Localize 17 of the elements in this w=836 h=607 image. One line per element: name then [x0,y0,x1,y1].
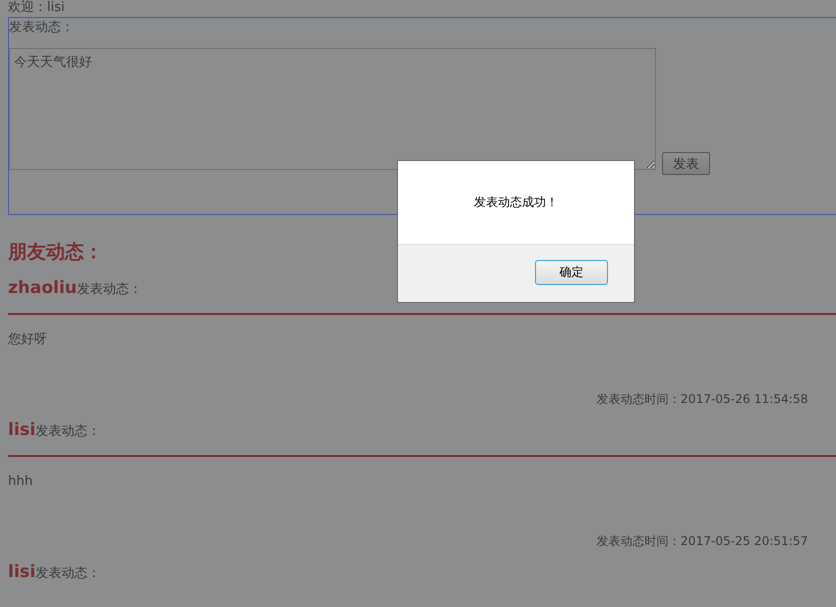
compose-label: 发表动态： [9,20,75,36]
alert-message: 发表动态成功！ [398,161,634,245]
feed-title: 朋友动态： [8,240,104,265]
post-action-text: 发表动态： [36,566,101,581]
post-content: 您好呀 [8,331,48,349]
post-action-text: 发表动态： [76,282,142,297]
post-content: hhh [8,473,34,491]
post-input-field[interactable]: 今天天气很好 [9,48,656,170]
post-time: 发表动态时间：2017-05-25 20:51:57 [596,533,809,549]
ok-button[interactable]: 确定 [535,260,608,285]
post-time: 发表动态时间：2017-05-26 11:54:58 [596,391,809,407]
post-action-text: 发表动态： [36,424,101,439]
post-author: lisi [8,420,36,440]
post-author: zhaoliu [8,278,77,298]
welcome-text: 欢迎：lisi [7,0,66,16]
post-author: lisi [8,562,36,582]
publish-button[interactable]: 发表 [662,152,710,175]
